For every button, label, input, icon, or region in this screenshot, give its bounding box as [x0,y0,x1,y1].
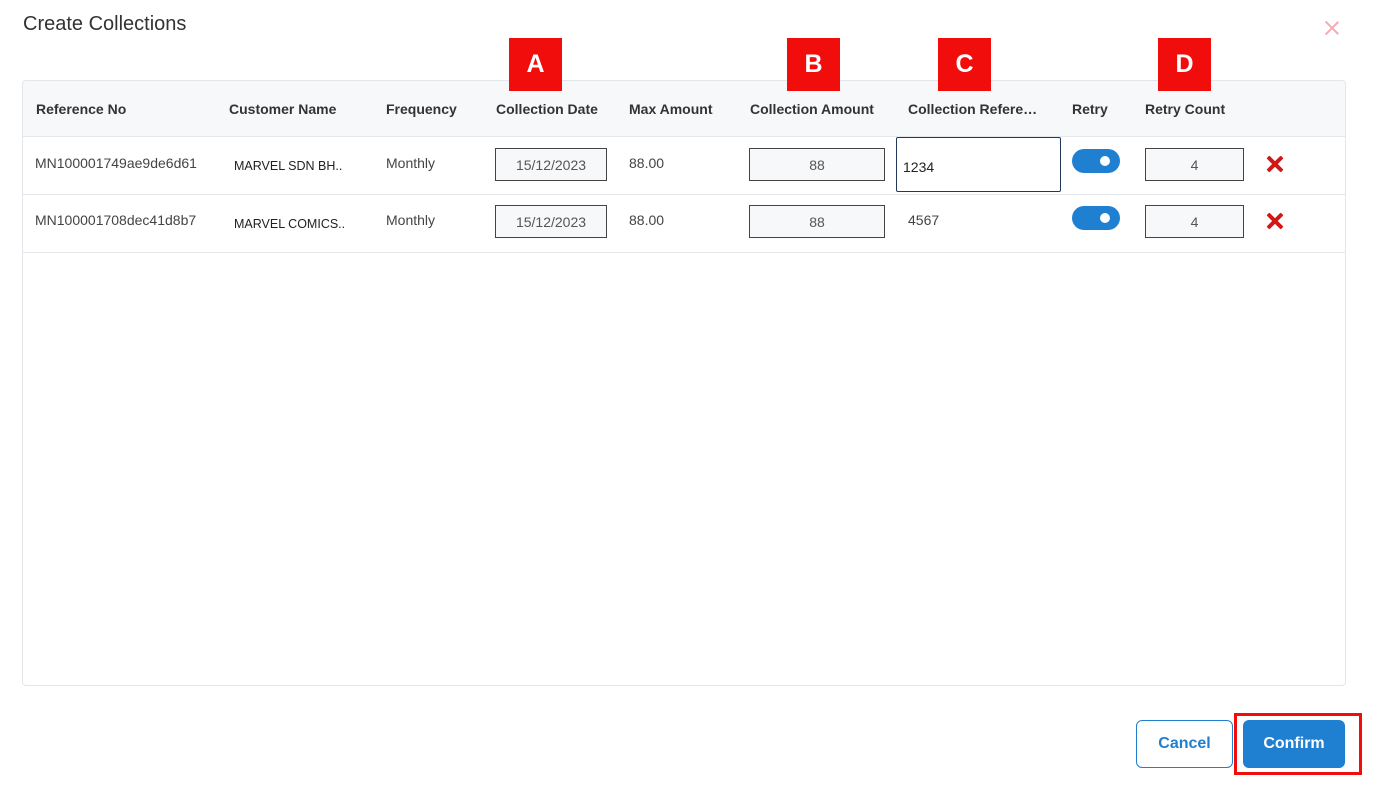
header-collection-date: Collection Date [496,101,598,117]
header-retry: Retry [1072,101,1108,117]
customer-name: MARVEL COMICS.. [234,217,346,231]
header-max-amount: Max Amount [629,101,713,117]
frequency: Monthly [386,212,436,228]
reference-no: MN100001749ae9de6d61 [35,155,197,171]
header-reference-no: Reference No [36,101,127,117]
toggle-knob [1100,213,1110,223]
header-frequency: Frequency [386,101,457,117]
annotation-marker-c: C [938,38,991,91]
cancel-button[interactable]: Cancel [1136,720,1233,768]
collection-reference-value[interactable]: 4567 [908,212,939,228]
toggle-knob [1100,156,1110,166]
header-retry-count: Retry Count [1145,101,1226,117]
max-amount: 88.00 [629,155,665,171]
frequency: Monthly [386,155,436,171]
retry-count-input[interactable]: 4 [1145,205,1244,238]
table-header: Reference No Customer Name Frequency Col… [23,81,1345,137]
table-row: MN100001708dec41d8b7 MARVEL COMICS.. Mon… [23,195,1345,253]
delete-icon[interactable] [1265,211,1285,231]
retry-toggle[interactable] [1072,149,1120,173]
annotation-marker-a: A [509,38,562,91]
delete-icon[interactable] [1265,154,1285,174]
header-collection-amount: Collection Amount [750,101,874,117]
dialog-title: Create Collections [23,13,187,35]
header-customer-name: Customer Name [229,101,337,117]
collection-reference-input[interactable]: 1234 [896,137,1061,192]
retry-toggle[interactable] [1072,206,1120,230]
reference-no: MN100001708dec41d8b7 [35,212,197,228]
collection-amount-input[interactable]: 88 [749,148,885,181]
retry-count-input[interactable]: 4 [1145,148,1244,181]
annotation-marker-d: D [1158,38,1211,91]
confirm-button[interactable]: Confirm [1243,720,1345,768]
table-row: MN100001749ae9de6d61 MARVEL SDN BH.. Mon… [23,137,1345,195]
collection-date-input[interactable]: 15/12/2023 [495,205,607,238]
collections-table: Reference No Customer Name Frequency Col… [22,80,1346,686]
collection-amount-input[interactable]: 88 [749,205,885,238]
annotation-marker-b: B [787,38,840,91]
close-icon[interactable] [1318,14,1346,42]
header-collection-reference: Collection Refere… [908,101,1038,117]
max-amount: 88.00 [629,212,665,228]
collection-date-input[interactable]: 15/12/2023 [495,148,607,181]
customer-name: MARVEL SDN BH.. [234,159,343,173]
